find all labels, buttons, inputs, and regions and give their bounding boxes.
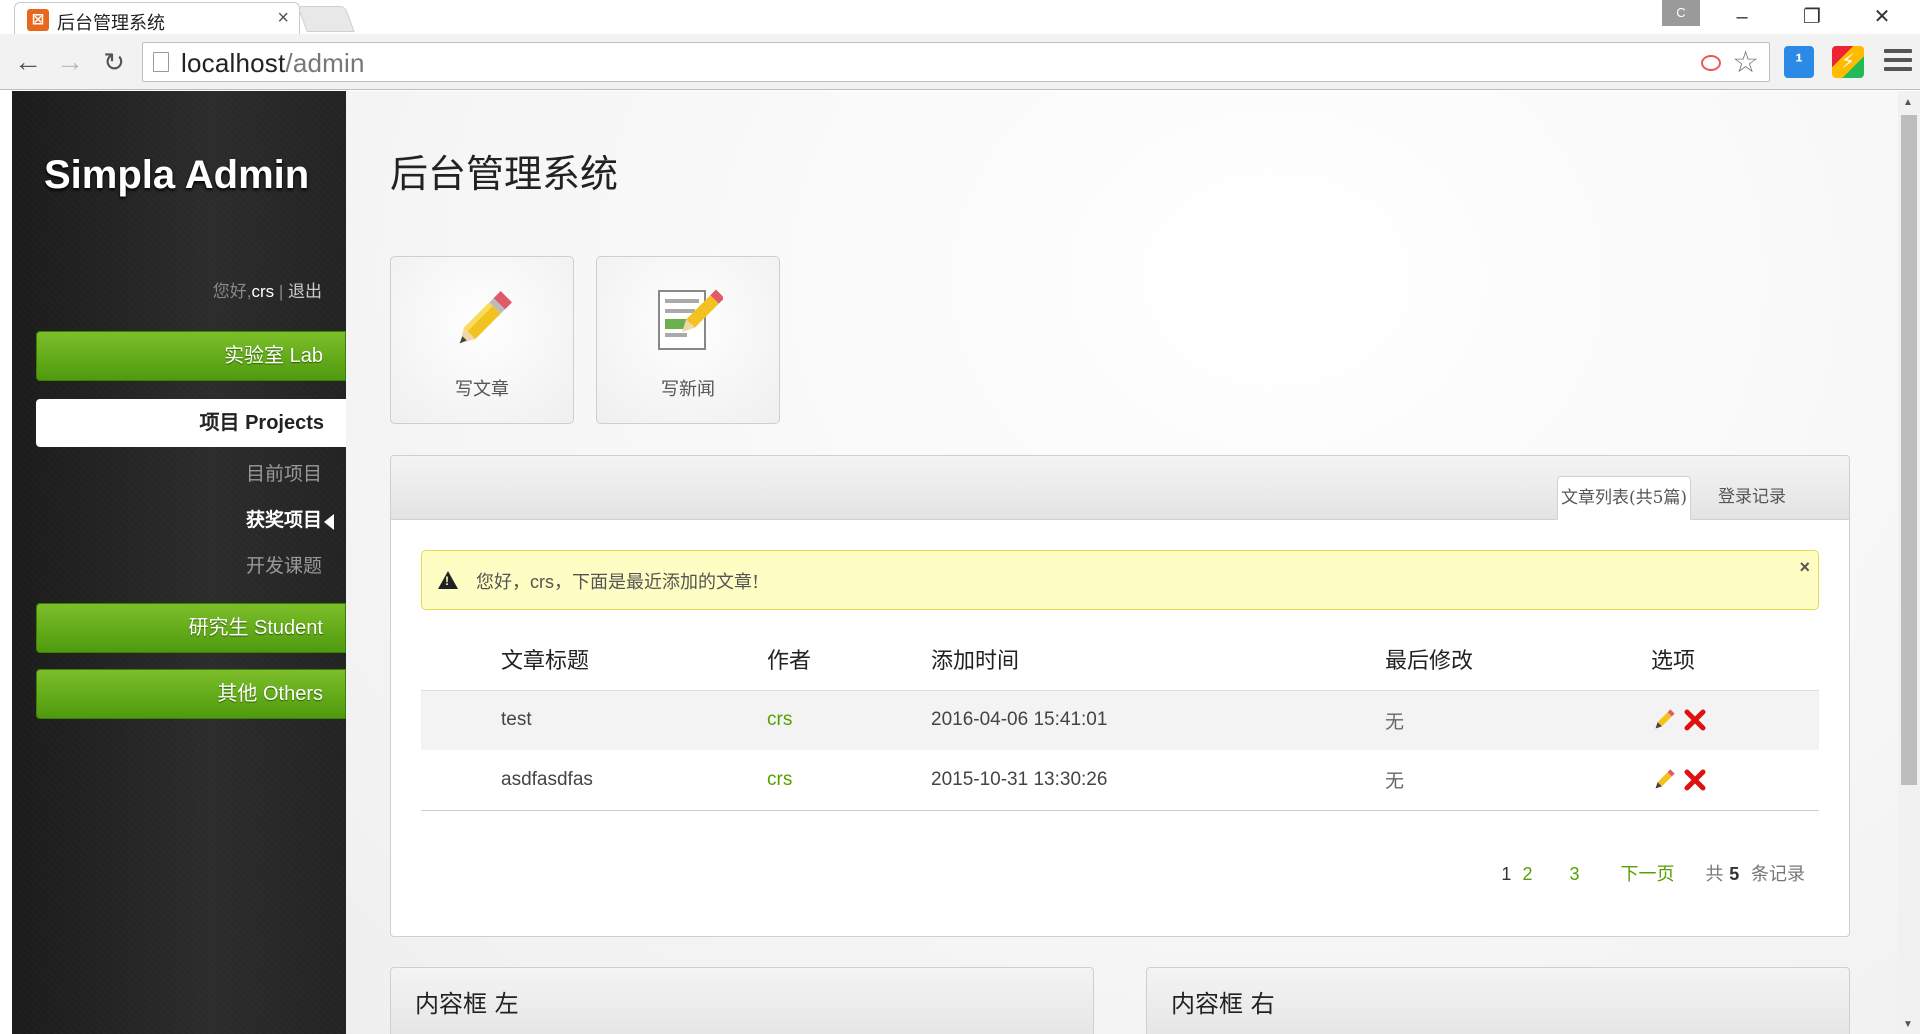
notice-text: 您好，crs，下面是最近添加的文章! [476,572,760,593]
total-records: 共 5 条记录 [1705,864,1805,885]
content-box-right-title: 内容框 右 [1171,990,1275,1018]
notice-close-icon[interactable]: × [1799,557,1810,578]
tab-title: 后台管理系统 [57,13,165,33]
logo[interactable]: Simpla Admin [44,153,309,198]
browser-toolbar: ← → ↻ localhost/admin ☆ ¹ ⚡ [0,34,1920,90]
shortcut-write-news[interactable]: 写新闻 [596,256,780,424]
cast-icon[interactable] [1701,55,1721,71]
tab-article-list[interactable]: 文章列表(共5篇) [1557,476,1691,520]
minimize-icon[interactable]: – [1714,0,1770,34]
article-list-box: 文章列表(共5篇) 登录记录 您好，crs，下面是最近添加的文章! × 文章标题… [390,455,1850,937]
pagination: 1 2 3 下一页 共 5 条记录 [1495,860,1805,886]
page-title: 后台管理系统 [390,152,619,196]
back-arrow-icon[interactable]: ← [10,44,46,80]
logout-link[interactable]: 退出 [288,282,322,301]
nav-lab[interactable]: 实验室 Lab [36,331,346,381]
tab-close-icon[interactable]: × [277,7,289,30]
page-icon [153,52,169,72]
forward-arrow-icon[interactable]: → [52,44,88,80]
edit-note-icon [658,289,723,350]
tab-login-records[interactable]: 登录记录 [1697,476,1807,520]
table-row: test crs 2016-04-06 15:41:01 无 [421,690,1819,750]
nav-student[interactable]: 研究生 Student [36,603,346,653]
extension-icon[interactable]: ¹ [1784,46,1814,78]
col-title: 文章标题 [501,628,767,691]
user-greeting: 您好,crs | 退出 [212,282,322,301]
active-indicator-arrow [324,514,334,530]
shortcut-label: 写新闻 [661,379,715,400]
edit-pencil-icon[interactable] [1651,767,1677,793]
col-author: 作者 [767,628,931,691]
warning-icon [438,571,458,589]
nav-projects[interactable]: 项目 Projects [36,399,346,447]
content-box-left: 内容框 左 [390,967,1094,1034]
notice-attention: 您好，crs，下面是最近添加的文章! × [421,550,1819,610]
page-link-2[interactable]: 2 [1522,864,1532,884]
content-box-left-title: 内容框 左 [415,990,519,1018]
nav-others[interactable]: 其他 Others [36,669,346,719]
shortcut-write-article[interactable]: 写文章 [390,256,574,424]
scroll-up-arrow-icon[interactable]: ▲ [1903,97,1913,108]
browser-tab[interactable]: ⊠ 后台管理系统 × [14,2,300,34]
profile-badge[interactable]: C [1662,0,1700,26]
page-viewport: Simpla Admin 您好,crs | 退出 实验室 Lab 项目 Proj… [0,91,1920,1034]
row-options [1651,750,1819,811]
checkbox-column-header [421,628,501,691]
restore-icon[interactable]: ❐ [1784,0,1840,34]
article-added-time: 2015-10-31 13:30:26 [931,750,1385,811]
article-modified: 无 [1385,690,1651,750]
address-bar[interactable]: localhost/admin ☆ [142,42,1770,82]
article-title[interactable]: test [501,690,767,750]
edit-pencil-icon[interactable] [1651,707,1677,733]
next-page-link[interactable]: 下一页 [1621,864,1675,884]
box-header: 文章列表(共5篇) 登录记录 [391,456,1849,520]
subnav-current-projects[interactable]: 目前项目 [246,459,322,486]
url-text: localhost/admin [181,48,365,78]
table-header-row: 文章标题 作者 添加时间 最后修改 选项 [421,628,1819,691]
article-author[interactable]: crs [767,750,931,811]
scroll-thumb[interactable] [1901,115,1917,785]
subnav-award-projects[interactable]: 获奖项目 [246,505,322,532]
article-modified: 无 [1385,750,1651,811]
delete-cross-icon[interactable] [1682,767,1708,793]
table-row: asdfasdfas crs 2015-10-31 13:30:26 无 [421,750,1819,811]
xampp-favicon-icon: ⊠ [27,9,49,31]
browser-menu-icon[interactable] [1884,44,1912,78]
sidebar: Simpla Admin 您好,crs | 退出 实验室 Lab 项目 Proj… [12,91,346,1034]
window-close-icon[interactable]: ✕ [1854,0,1910,34]
article-title[interactable]: asdfasdfas [501,750,767,811]
content-box-right: 内容框 右 [1146,967,1850,1034]
new-tab-button[interactable] [297,6,355,32]
row-options [1651,690,1819,750]
scroll-down-arrow-icon[interactable]: ▼ [1903,1019,1913,1030]
pencil-icon [459,291,512,344]
articles-table: 文章标题 作者 添加时间 最后修改 选项 test crs 2016-04-06… [421,628,1819,811]
shortcut-label: 写文章 [455,379,509,400]
delete-cross-icon[interactable] [1682,707,1708,733]
col-options: 选项 [1651,628,1819,691]
vertical-scrollbar[interactable]: ▲ ▼ [1898,91,1920,1034]
article-author[interactable]: crs [767,690,931,750]
username-link[interactable]: crs [251,282,274,301]
bookmark-star-icon[interactable]: ☆ [1732,45,1759,80]
page-link-3[interactable]: 3 [1569,864,1579,884]
col-added: 添加时间 [931,628,1385,691]
page-current: 1 [1501,864,1512,884]
extension-color-icon[interactable]: ⚡ [1832,46,1864,78]
reload-icon[interactable]: ↻ [96,44,132,80]
main-content: 后台管理系统 写文章 写新闻 文章列表(共5篇) 登录记录 ! 您好，crs，下… [346,91,1898,1034]
article-added-time: 2016-04-06 15:41:01 [931,690,1385,750]
subnav-dev-topics[interactable]: 开发课题 [246,551,322,578]
browser-tabstrip: ⊠ 后台管理系统 × C – ❐ ✕ [0,0,1920,34]
col-modified: 最后修改 [1385,628,1651,691]
